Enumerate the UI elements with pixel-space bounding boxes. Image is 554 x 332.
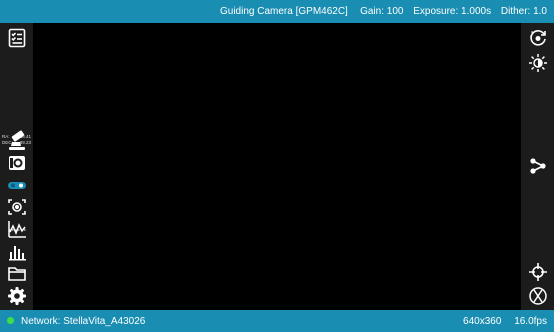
right-toolbar [521,23,554,310]
crosshair-icon[interactable] [527,261,549,283]
settings-icon[interactable] [6,285,28,307]
camera-icon[interactable] [6,152,28,174]
camera-title[interactable]: Guiding Camera [GPM462C] [220,6,348,17]
focus-icon[interactable] [6,196,28,218]
exposure-readout[interactable]: Exposure: 1.000s [413,6,491,17]
connection-status-icon [7,317,14,324]
checklist-icon[interactable] [6,27,28,49]
gain-readout[interactable]: Gain: 100 [360,6,403,17]
folder-icon[interactable] [6,262,28,284]
stream-info: 640x360 16.0fps [453,316,547,327]
guide-graph-icon[interactable] [6,218,28,240]
telescope-icon[interactable] [6,130,28,152]
camera-stats: Gain: 100 Exposure: 1.000s Dither: 1.0 [353,6,547,17]
left-toolbar: RA: 18.41 DEC: 89.23 [0,23,33,310]
loop-exposure-icon[interactable] [527,27,549,49]
dither-readout[interactable]: Dither: 1.0 [501,6,547,17]
network-name: Network: StellaVita_A43026 [21,316,146,327]
brightness-icon[interactable] [527,52,549,74]
fps-readout: 16.0fps [514,316,547,327]
histogram-icon[interactable] [6,240,28,262]
share-icon[interactable] [527,155,549,177]
top-status-bar: Guiding Camera [GPM462C] Gain: 100 Expos… [0,0,554,23]
image-viewport[interactable] [33,23,521,310]
bottom-status-bar: Network: StellaVita_A43026 640x360 16.0f… [0,310,554,332]
filter-wheel-icon[interactable] [6,174,28,196]
resolution-readout: 640x360 [463,316,502,327]
reticle-icon[interactable] [527,285,549,307]
